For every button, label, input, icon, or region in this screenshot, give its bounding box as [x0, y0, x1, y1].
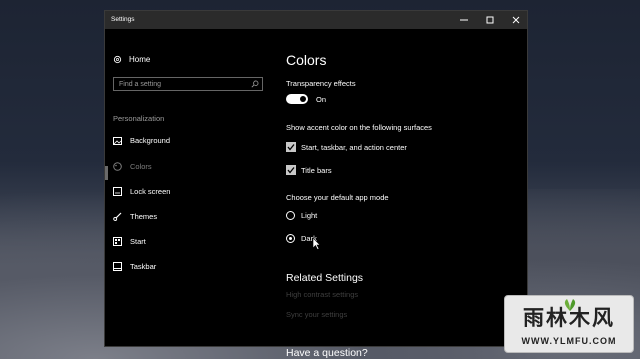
content-pane: Colors Transparency effects On Show acce…: [286, 29, 527, 359]
sidebar-item-taskbar[interactable]: Taskbar: [113, 262, 156, 271]
sidebar-item-colors[interactable]: Colors: [113, 162, 152, 171]
watermark-logo: 雨林木风 WWW.YLMFU.COM: [504, 295, 634, 353]
sidebar-item-label: Background: [130, 136, 171, 145]
maximize-icon: [486, 16, 494, 24]
light-mode-radio[interactable]: [286, 211, 295, 220]
search-placeholder: Find a setting: [119, 80, 162, 88]
title-bar[interactable]: Settings: [105, 11, 527, 29]
page-title: Colors: [286, 52, 327, 68]
sync-settings-link[interactable]: Sync your settings: [286, 310, 347, 319]
toggle-knob: [300, 96, 306, 102]
start-taskbar-checkbox[interactable]: [286, 142, 296, 152]
home-label: Home: [129, 55, 151, 64]
minimize-button[interactable]: [451, 11, 477, 29]
transparency-state: On: [316, 95, 327, 104]
dark-mode-radio[interactable]: [286, 234, 295, 243]
gear-icon: [113, 55, 122, 64]
personalization-heading: Personalization: [113, 114, 165, 123]
lock-screen-icon: [113, 187, 122, 196]
mouse-cursor-icon: [313, 238, 321, 250]
brush-icon: [113, 212, 122, 221]
maximize-button[interactable]: [477, 11, 503, 29]
sidebar-item-label: Start: [130, 237, 146, 246]
selected-indicator: [105, 166, 108, 180]
transparency-toggle[interactable]: [286, 94, 308, 104]
transparency-label: Transparency effects: [286, 79, 356, 88]
title-bars-checkbox[interactable]: [286, 165, 296, 175]
sidebar-item-background[interactable]: Background: [113, 136, 170, 145]
search-input[interactable]: Find a setting: [113, 77, 263, 91]
sidebar-item-lock-screen[interactable]: Lock screen: [113, 187, 170, 196]
start-taskbar-label: Start, taskbar, and action center: [301, 143, 407, 152]
high-contrast-link[interactable]: High contrast settings: [286, 290, 358, 299]
sidebar-item-label: Taskbar: [130, 262, 157, 271]
palette-icon: [113, 162, 122, 171]
title-bars-label: Title bars: [301, 166, 332, 175]
watermark-text: 雨林木风: [523, 307, 615, 330]
window-title: Settings: [111, 16, 135, 23]
sidebar-item-start[interactable]: Start: [113, 237, 146, 246]
app-mode-label: Choose your default app mode: [286, 193, 389, 202]
sidebar-item-label: Themes: [130, 212, 158, 221]
start-icon: [113, 237, 122, 246]
checkmark-icon: [287, 167, 295, 174]
close-icon: [512, 16, 520, 24]
have-question-heading: Have a question?: [286, 347, 368, 359]
light-mode-label: Light: [301, 211, 318, 220]
sidebar-item-themes[interactable]: Themes: [113, 212, 157, 221]
accent-surfaces-label: Show accent color on the following surfa…: [286, 123, 432, 132]
minimize-icon: [460, 19, 468, 21]
settings-window: Settings Home Find a setting Personaliza…: [104, 10, 528, 359]
watermark-url: WWW.YLMFU.COM: [521, 336, 617, 346]
search-icon: [251, 80, 259, 88]
related-settings-heading: Related Settings: [286, 272, 364, 284]
sidebar-item-label: Colors: [130, 162, 152, 171]
sidebar: Home Find a setting Personalization Back…: [105, 29, 273, 346]
radio-dot: [289, 237, 292, 240]
sidebar-item-label: Lock screen: [130, 187, 171, 196]
checkmark-icon: [287, 144, 295, 151]
home-nav-item[interactable]: Home: [113, 55, 150, 64]
close-button[interactable]: [503, 11, 529, 29]
taskbar-icon: [113, 262, 122, 271]
picture-icon: [113, 136, 122, 145]
